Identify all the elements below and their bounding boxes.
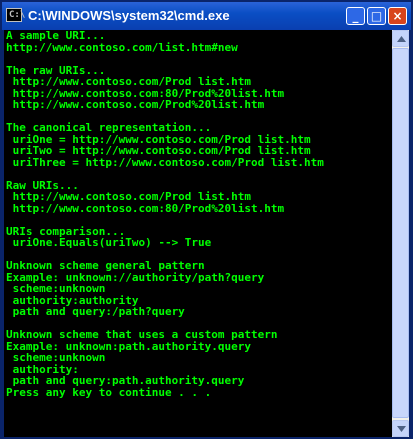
console-line: http://www.contoso.com/Prod list.htm [6,75,252,88]
console-line: http://www.contoso.com/list.htm#new [6,40,238,54]
console-icon-label: C:\ [9,10,26,20]
console-line: Press any key to continue . . . [6,385,212,399]
minimize-button[interactable]: _ [346,7,365,25]
arrow-up-icon [397,36,406,42]
scroll-thumb[interactable] [392,48,409,418]
console-line: http://www.contoso.com:80/Prod%20list.ht… [6,201,285,215]
console-line: http://www.contoso.com/Prod%20list.htm [6,98,265,111]
console-line: uriOne.Equals(uriTwo) --> True [6,236,212,249]
console-icon[interactable]: C:\ [6,8,26,22]
maximize-button[interactable]: □ [367,7,386,25]
vertical-scrollbar[interactable] [392,30,409,437]
arrow-down-icon [397,426,406,432]
console-line: scheme:unknown [6,282,106,295]
console-line: The canonical representation... [6,121,212,134]
console-line: Unknown scheme that uses a custom patter… [6,328,278,341]
console-line: uriThree = http://www.contoso.com/Prod l… [6,155,324,169]
console-output[interactable]: A sample URI... http://www.contoso.com/li… [4,30,392,437]
close-button[interactable]: × [388,7,407,25]
console-line: Unknown scheme general pattern [6,259,205,272]
title-bar[interactable]: C:\ C:\WINDOWS\system32\cmd.exe _ □ × [2,2,411,30]
console-line: A sample URI... [6,30,106,42]
console-line: path and query:/path?query [6,305,185,318]
window-title: C:\WINDOWS\system32\cmd.exe [28,8,230,23]
console-line: scheme:unknown [6,351,106,364]
scroll-down-button[interactable] [392,420,409,437]
console-line: uriTwo = http://www.contoso.com/Prod lis… [6,144,311,157]
cmd-window: C:\ C:\WINDOWS\system32\cmd.exe _ □ × A … [0,0,413,439]
scroll-up-button[interactable] [392,30,409,47]
console-line: http://www.contoso.com/Prod list.htm [6,190,252,203]
console-line: path and query:path.authority.query [6,374,245,387]
